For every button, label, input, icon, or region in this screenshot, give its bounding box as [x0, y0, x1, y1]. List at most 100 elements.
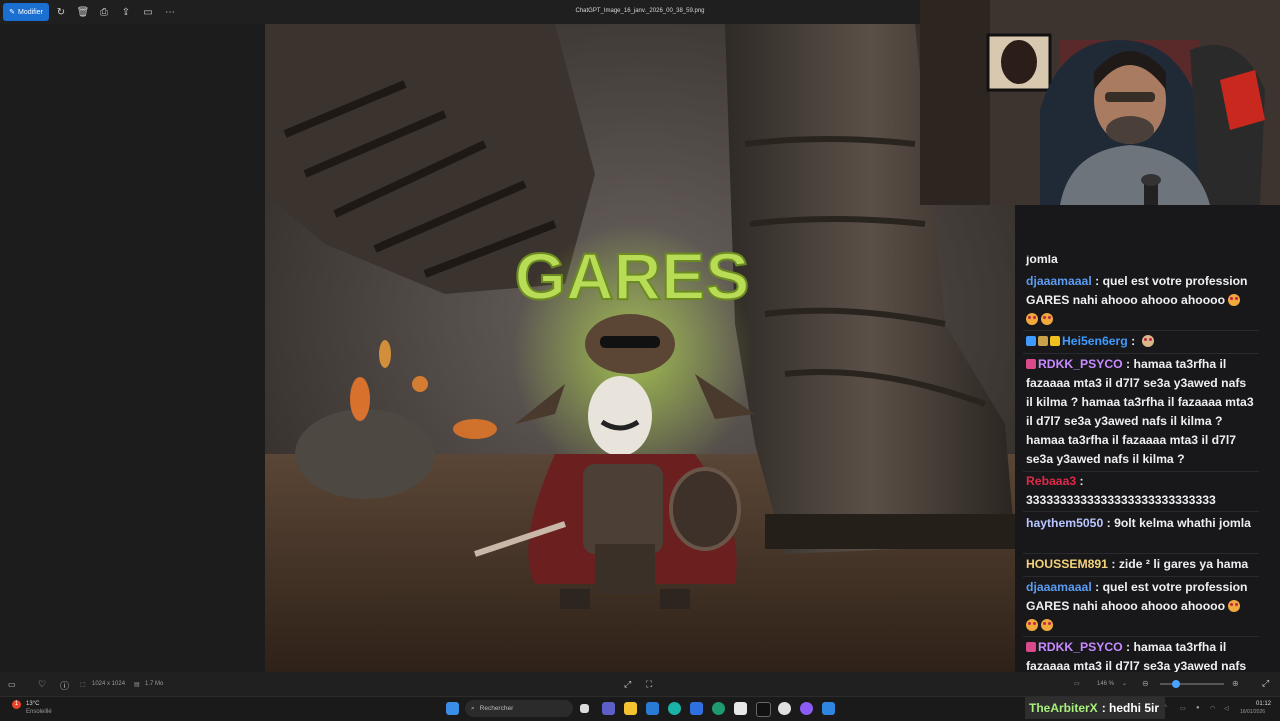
- teams-icon[interactable]: [602, 702, 615, 715]
- smiley-icon: [1026, 313, 1038, 325]
- favorite-icon[interactable]: ♡: [38, 679, 46, 690]
- info-circle-icon[interactable]: ⓘ: [60, 679, 69, 692]
- zoom-slider[interactable]: [1160, 680, 1224, 688]
- fit-to-window-icon[interactable]: ⤢: [624, 679, 631, 690]
- chat-message: djaaamaaal : quel est votre profession G…: [1026, 578, 1254, 635]
- wifi-icon[interactable]: ◠: [1210, 705, 1215, 712]
- actual-size-icon[interactable]: ⛶: [646, 679, 652, 690]
- badge-icon: [1050, 336, 1060, 346]
- edit-button[interactable]: ✎ Modifier: [3, 3, 49, 21]
- clock-time[interactable]: 01:12: [1256, 701, 1271, 707]
- webcam-feed: [920, 0, 1280, 205]
- file-size: 1.7 Mo: [145, 681, 164, 687]
- chat-username: djaaamaaal: [1026, 274, 1092, 288]
- clock-date[interactable]: 16/01/2026: [1240, 709, 1265, 715]
- chat-message: djaaamaaal : quel est votre profession G…: [1026, 272, 1254, 329]
- gares-title-art: GARES: [515, 239, 750, 313]
- badge-icon: [1026, 336, 1036, 346]
- photo-view[interactable]: GARES: [265, 24, 1015, 672]
- chat-separator: [1023, 330, 1259, 331]
- info-icon[interactable]: ▭: [141, 5, 155, 19]
- file-size-icon: ▤: [134, 682, 140, 688]
- chat-message: HOUSSEM891 : zide ² li gares ya hama: [1026, 557, 1249, 571]
- mail-icon[interactable]: [690, 702, 703, 715]
- smiley-icon: [1041, 619, 1053, 631]
- taskbar-search[interactable]: ⌕ Rechercher: [465, 700, 573, 717]
- chat-username: RDKK_PSYCO: [1038, 357, 1123, 371]
- edge-icon[interactable]: [668, 702, 681, 715]
- viewer-background: [0, 24, 265, 672]
- chat-ticker: TheArbiterX : hedhi 5ir: [1025, 697, 1165, 719]
- chat-username: HOUSSEM891: [1026, 557, 1108, 571]
- smiley-icon: [1228, 294, 1241, 306]
- ticker-text: : hedhi 5ir: [1101, 701, 1160, 715]
- smiley-icon: [1228, 600, 1241, 612]
- weather-desc: Ensoleillé: [26, 709, 52, 715]
- chat-separator: [1023, 511, 1259, 512]
- obs-icon[interactable]: [734, 702, 747, 715]
- badge-icon: [1026, 642, 1036, 652]
- fullscreen-icon[interactable]: ⤢: [1262, 678, 1269, 689]
- start-icon[interactable]: [446, 702, 459, 715]
- chat-username: Hei5en6erg: [1062, 334, 1128, 348]
- chat-separator: [1023, 353, 1259, 354]
- capcut-icon[interactable]: [756, 702, 771, 717]
- badge-icon: [1026, 359, 1036, 369]
- chat-message-text: zide ² li gares ya hama: [1118, 557, 1249, 571]
- ticker-username: TheArbiterX: [1029, 701, 1098, 715]
- search-icon: ⌕: [471, 704, 475, 712]
- chat-separator: [1023, 636, 1259, 637]
- search-placeholder: Rechercher: [479, 705, 514, 712]
- file-explorer-icon[interactable]: [624, 702, 637, 715]
- zoom-in-icon[interactable]: ⊕: [1232, 679, 1239, 688]
- file-title: ChatGPT_Image_16_janv._2026_00_38_59.png: [575, 8, 705, 14]
- chat-message: Hei5en6erg :: [1026, 332, 1254, 351]
- chat-message: RDKK_PSYCO : hamaa ta3rfha il fazaaaa mt…: [1026, 357, 1254, 466]
- zoom-slider-thumb[interactable]: [1172, 680, 1180, 688]
- chat-fade: [1015, 205, 1280, 255]
- chat-username: haythem5050: [1026, 516, 1104, 530]
- smiley-icon: [1026, 619, 1038, 631]
- print-icon[interactable]: ⎙: [97, 5, 111, 19]
- slideshow-icon[interactable]: ▭: [1074, 680, 1080, 687]
- network-icon[interactable]: ▭: [1180, 705, 1186, 712]
- chat-overlay: jomla djaaamaaal : quel est votre profes…: [1015, 205, 1280, 695]
- mic-icon[interactable]: ●: [1196, 705, 1200, 711]
- more-options-icon[interactable]: ⋯: [163, 5, 177, 19]
- webcam-overlay: [920, 0, 1280, 205]
- edit-icon: ✎: [9, 9, 15, 16]
- zoom-out-icon[interactable]: ⊖: [1142, 679, 1149, 688]
- zoom-level: 146 %: [1097, 681, 1115, 687]
- weather-temp: 13°C: [26, 701, 40, 707]
- delete-icon[interactable]: 🗑: [76, 5, 90, 19]
- edit-button-label: Modifier: [17, 8, 43, 16]
- rotate-icon[interactable]: ↻: [54, 5, 68, 19]
- chat-username: Rebaaa3: [1026, 474, 1077, 488]
- chat-message-text: 9olt kelma whathi jomla: [1114, 516, 1251, 530]
- chat-message-text: hamaa ta3rfha il fazaaaa mta3 il d7l7 se…: [1026, 357, 1254, 466]
- smiley-icon: [1041, 313, 1053, 325]
- chat-username: djaaamaaal: [1026, 580, 1092, 594]
- weather-icon[interactable]: 1: [12, 700, 21, 709]
- chatgpt-icon[interactable]: [712, 702, 725, 715]
- image-dimensions: 1024 x 1024: [92, 681, 126, 687]
- app-icon[interactable]: [800, 702, 813, 715]
- volume-icon[interactable]: ◁: [1224, 705, 1229, 712]
- chat-separator: [1023, 576, 1259, 577]
- chat-username: RDKK_PSYCO: [1038, 640, 1123, 654]
- photos-icon[interactable]: [822, 702, 835, 715]
- store-icon[interactable]: [646, 702, 659, 715]
- task-view-icon[interactable]: [580, 704, 589, 713]
- chrome-icon[interactable]: [778, 702, 791, 715]
- chat-message-text: 3333333333333333333333333333: [1026, 493, 1216, 507]
- emote-icon: [1141, 335, 1154, 347]
- chat-message: haythem5050 : 9olt kelma whathi jomla: [1026, 516, 1251, 530]
- dimensions-icon: ⬚: [80, 682, 86, 688]
- chat-message: Rebaaa3 : 3333333333333333333333333333: [1026, 474, 1216, 507]
- photo-illustration: GARES: [265, 24, 1015, 672]
- share-icon[interactable]: ⇪: [119, 5, 133, 19]
- photos-status-bar: ▭ ♡ ⓘ ⬚ 1024 x 1024 ▤ 1.7 Mo ⤢ ⛶ ▭ 146 %…: [0, 672, 1280, 696]
- badge-icon: [1038, 336, 1048, 346]
- filmstrip-icon[interactable]: ▭: [8, 680, 16, 689]
- zoom-dropdown-icon[interactable]: ⌄: [1122, 680, 1127, 687]
